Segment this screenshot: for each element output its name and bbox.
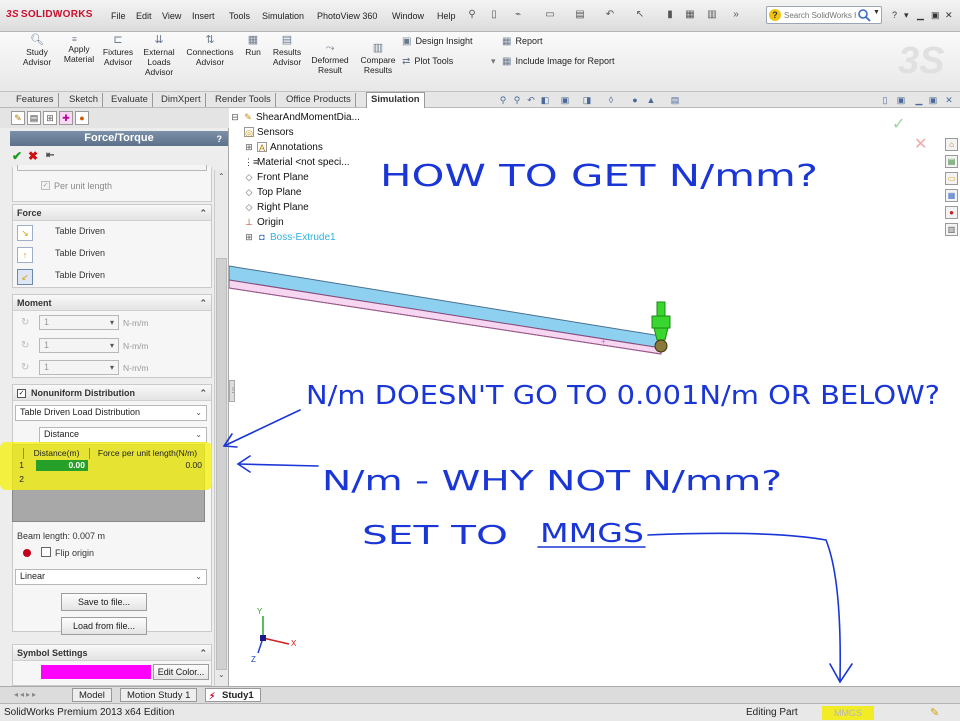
annotation-mmgs: MMGS [540,519,644,549]
unit-system-selector[interactable]: MMGS [822,706,874,720]
bottom-tab-bar: ◂◂▸▸ Model Motion Study 1 ⚡︎ Study1 [0,686,960,703]
annotation-question-1: HOW TO GET N/mm? [380,159,818,194]
tab-model[interactable]: Model [72,688,112,702]
tab-study1[interactable]: ⚡︎ Study1 [205,688,261,702]
arrow-to-table [237,463,319,467]
arrow-head-icon [829,663,853,684]
status-bar: SolidWorks Premium 2013 x64 Edition Edit… [0,703,960,721]
handwritten-annotations: HOW TO GET N/mm? N/m DOESN'T GO TO 0.001… [223,159,940,684]
annotation-question-2: N/m DOESN'T GO TO 0.001N/m OR BELOW? [306,381,940,411]
editing-status: Editing Part [746,707,798,718]
arrow-to-status-units [647,532,842,681]
rebuild-status-icon[interactable]: ✎ [930,706,939,719]
annotation-set-to: SET TO [362,521,508,551]
edition-label: SolidWorks Premium 2013 x64 Edition [4,707,175,718]
tab-motion-study[interactable]: Motion Study 1 [120,688,198,702]
study-icon: ⚡︎ [209,691,216,701]
arrow-to-dropdown [223,409,301,447]
tab-scroll-arrows-icon[interactable]: ◂◂▸▸ [14,690,38,699]
annotation-question-3: N/m - WHY NOT N/mm? [322,464,782,497]
